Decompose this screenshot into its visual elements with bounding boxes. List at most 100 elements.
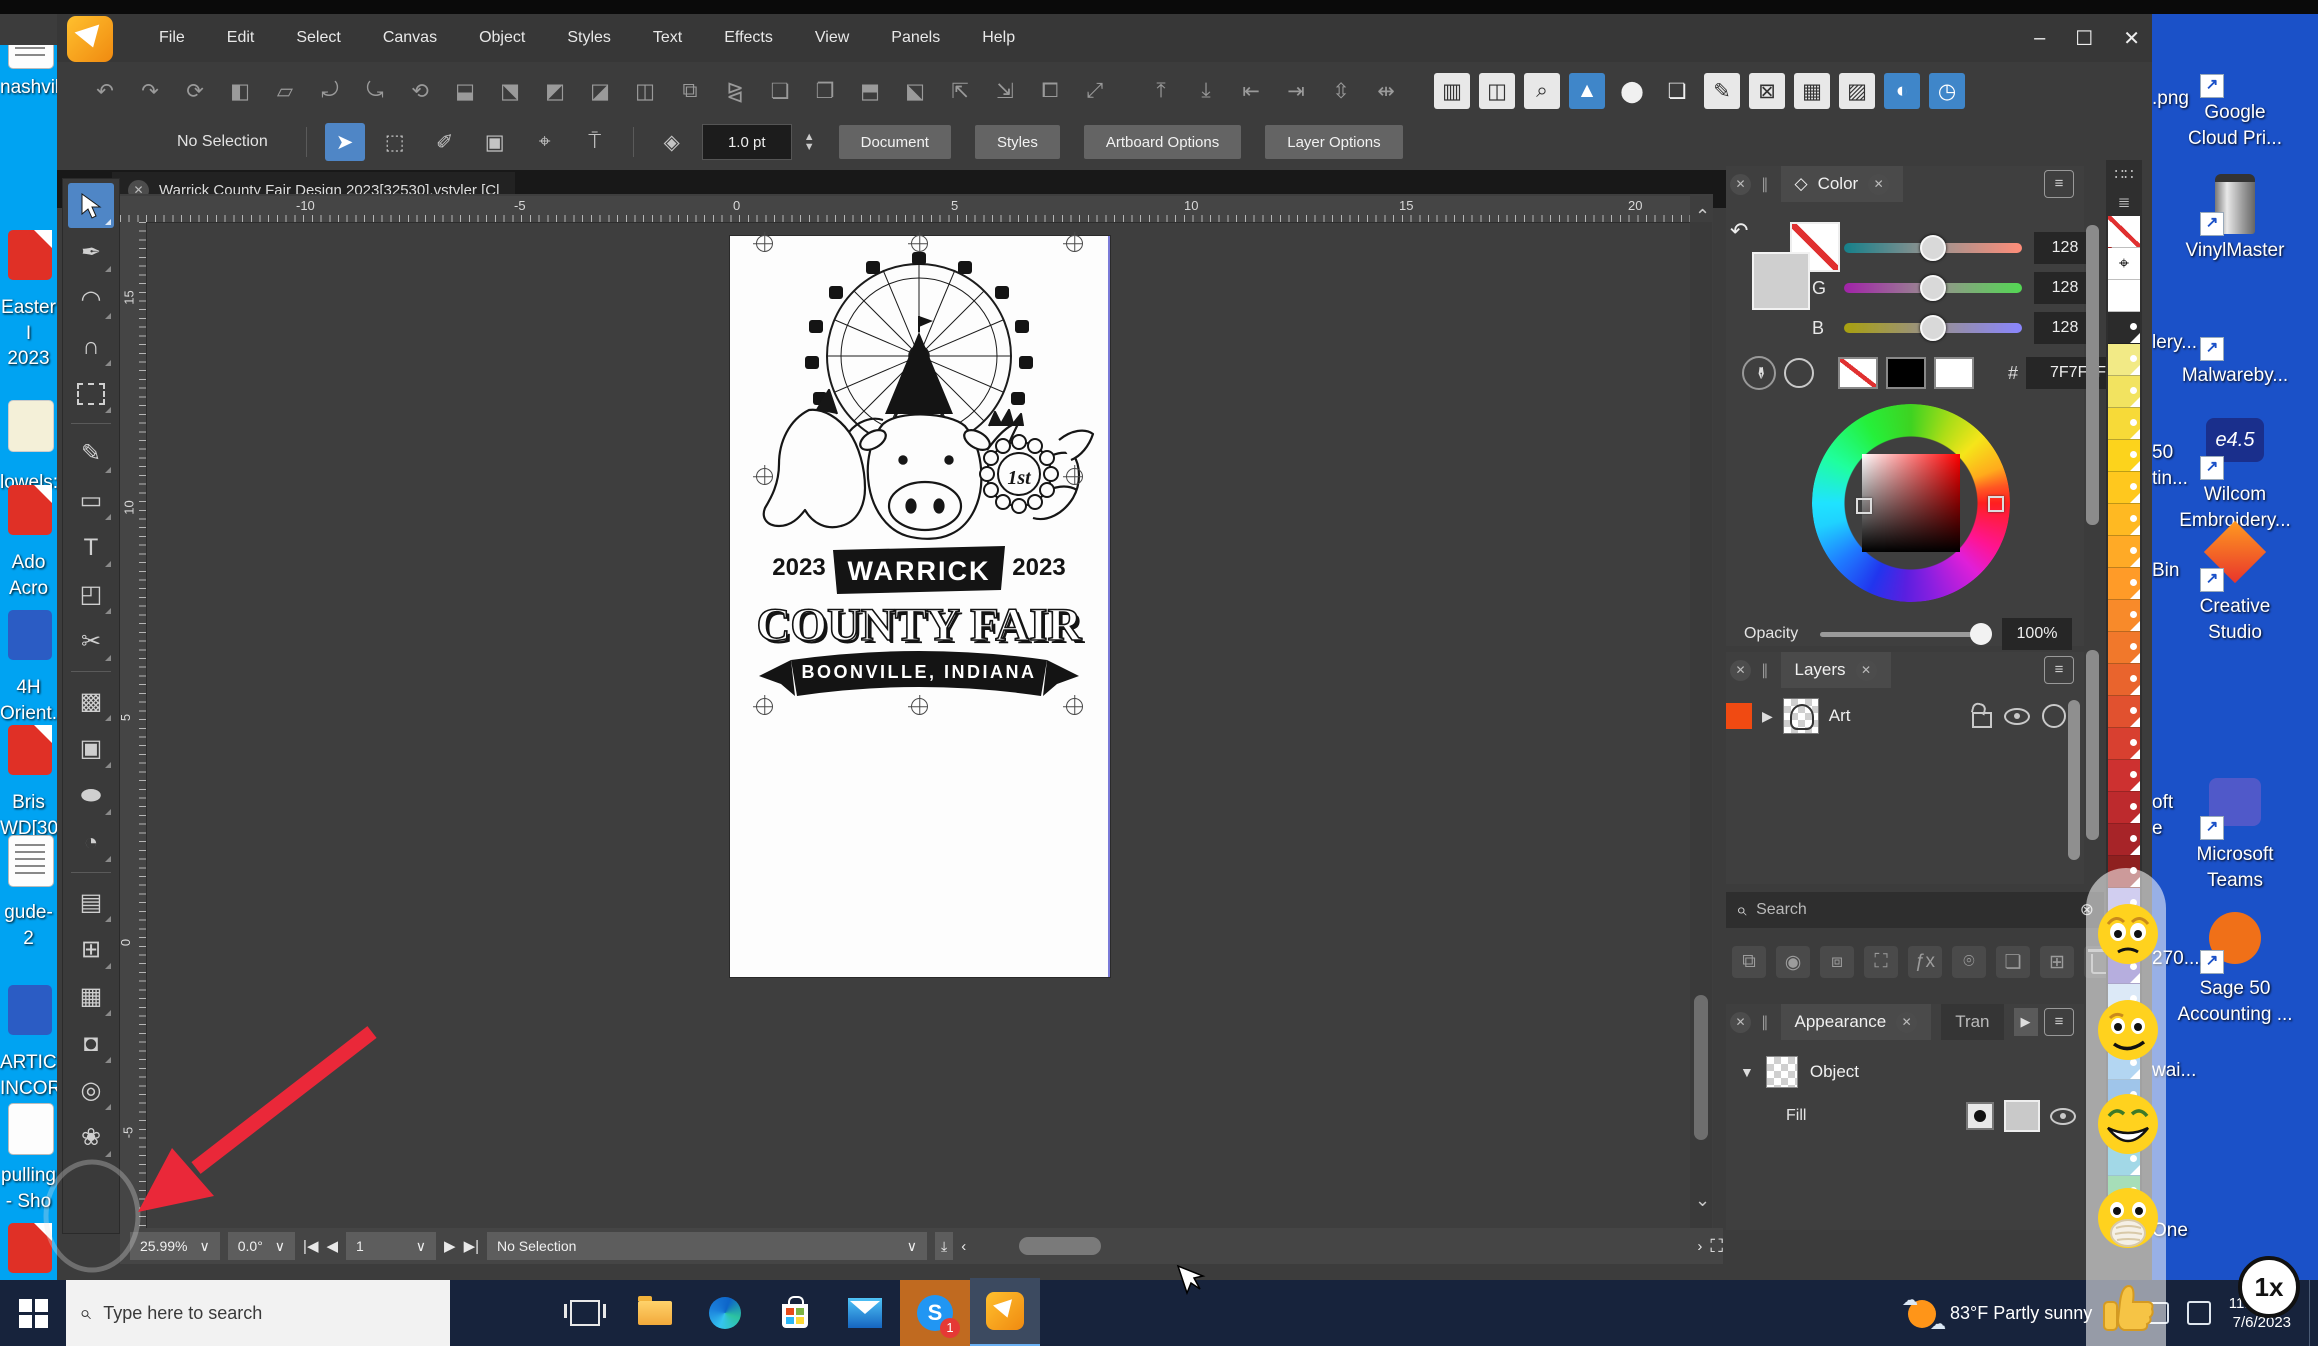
show-desktop-button[interactable] (2309, 1280, 2318, 1346)
panel-action-icon[interactable]: ◉ (1776, 946, 1810, 978)
toolbar-icon[interactable]: ✎ (1704, 73, 1740, 109)
swap-fill-stroke-icon[interactable]: ↶ (1730, 218, 1748, 244)
panel-action-icon[interactable]: ❏ (1996, 946, 2030, 978)
grinning-emoji[interactable] (2096, 1092, 2160, 1156)
dock-color-swatch[interactable] (2108, 760, 2140, 792)
toolbar-icon[interactable]: ⊠ (1749, 73, 1785, 109)
toolbar-icon[interactable]: ▱ (267, 73, 303, 109)
dock-no-color-swatch[interactable] (2108, 216, 2140, 248)
toolbar-icon[interactable]: ⟳ (177, 73, 213, 109)
toolbar-icon[interactable]: ⇥ (1278, 73, 1314, 109)
position-diamond-icon[interactable]: ◈ (652, 123, 692, 161)
panel-menu-icon[interactable]: ≡ (2044, 170, 2074, 198)
panel-close-icon[interactable]: ✕ (1730, 174, 1751, 195)
fill-color-well[interactable] (1752, 252, 1810, 310)
tool-button[interactable]: ▦ (68, 974, 114, 1019)
fill-type-icon[interactable] (1966, 1102, 1994, 1130)
panel-scrollbar[interactable] (2086, 650, 2099, 840)
toolbar-icon[interactable]: ▥ (1434, 73, 1470, 109)
skype-button[interactable]: S1 (900, 1280, 970, 1346)
dock-list-icon[interactable]: ≣ (2109, 188, 2139, 216)
toolbar-icon[interactable]: ◫ (627, 73, 663, 109)
tool-button[interactable]: ▩ (68, 679, 114, 724)
hscroll-right-icon[interactable]: › (1697, 1238, 1702, 1255)
panel-scrollbar[interactable] (2086, 225, 2099, 525)
prev-page-button[interactable]: ◀ (326, 1237, 338, 1255)
selection-dropdown[interactable]: No Selection∨ (487, 1232, 927, 1260)
panel-close-icon[interactable]: ✕ (1730, 1012, 1751, 1033)
page-bounds-icon[interactable]: ⛶ (1710, 1236, 1723, 1257)
toolbar-icon[interactable]: ⌕ (1524, 73, 1560, 109)
dock-black-swatch[interactable] (2108, 312, 2140, 344)
context-tool-icon[interactable]: ⌖ (525, 123, 565, 161)
menu-item[interactable]: View (801, 25, 863, 51)
menu-item[interactable]: Canvas (369, 25, 451, 51)
toolbar-icon[interactable] (1122, 73, 1134, 109)
red-slider-thumb[interactable] (1920, 235, 1946, 261)
worried-emoji[interactable] (2096, 902, 2160, 966)
tab-color[interactable]: ◇ Color ✕ (1781, 166, 1904, 202)
edge-browser-button[interactable] (690, 1280, 760, 1346)
toolbar-icon[interactable]: ⟲ (402, 73, 438, 109)
context-tool-icon[interactable]: ▣ (475, 123, 515, 161)
next-page-button[interactable]: ▶ (444, 1237, 456, 1255)
toolbar-icon[interactable]: ◧ (222, 73, 258, 109)
task-view-button[interactable] (550, 1280, 620, 1346)
tool-button[interactable]: ▭ (68, 478, 114, 523)
tool-button[interactable]: ❀ (68, 1115, 114, 1160)
toolbar-icon[interactable]: ◐ (1884, 73, 1920, 109)
panel-drag-handle[interactable]: ∥ (1761, 661, 1771, 679)
toolbar-icon[interactable]: ▨ (1839, 73, 1875, 109)
toolbar-icon[interactable]: ⬓ (447, 73, 483, 109)
maximize-button[interactable]: ☐ (2075, 26, 2093, 51)
taskbar-search[interactable]: ⌕ Type here to search (66, 1280, 450, 1346)
toolbar-icon[interactable]: ⇳ (1323, 73, 1359, 109)
toolbar-icon[interactable]: ▲ (1569, 73, 1605, 109)
visibility-eye-icon[interactable] (2004, 708, 2030, 725)
toolbar-icon[interactable]: ❐ (807, 73, 843, 109)
tool-button[interactable]: ✂ (68, 619, 114, 664)
selection-handle[interactable] (1066, 698, 1083, 715)
toolbar-icon[interactable]: ⬔ (492, 73, 528, 109)
layer-options-button[interactable]: Layer Options (1265, 125, 1402, 159)
artboard-options-button[interactable]: Artboard Options (1084, 125, 1241, 159)
hscroll-left-icon[interactable]: ‹ (961, 1238, 966, 1255)
toolbar-icon[interactable]: ⤿ (357, 73, 393, 109)
dock-white-swatch[interactable] (2108, 280, 2140, 312)
tool-button[interactable]: ∩ (68, 324, 114, 369)
tool-button[interactable]: ◔ (68, 820, 114, 865)
toolbar-icon[interactable]: ◩ (537, 73, 573, 109)
green-slider[interactable] (1844, 283, 2022, 293)
toolbar-icon[interactable]: ⧠ (1032, 73, 1068, 109)
panel-drag-handle[interactable]: ∥ (1761, 1013, 1771, 1031)
lock-icon[interactable] (1972, 712, 1992, 728)
tab-close-icon[interactable]: ✕ (1856, 660, 1877, 681)
tab-close-icon[interactable]: ✕ (1868, 174, 1889, 195)
context-tool-icon[interactable]: ⍑ (575, 123, 615, 161)
selection-handle[interactable] (756, 698, 773, 715)
toolbar-icon[interactable]: ⇱ (942, 73, 978, 109)
red-slider[interactable] (1844, 243, 2022, 253)
context-tool-icon[interactable]: ⬚ (375, 123, 415, 161)
scroll-down-icon[interactable]: ⌄ (1695, 1190, 1710, 1211)
weather-widget[interactable]: ☁☁ 83°F Partly sunny (1906, 1296, 2092, 1330)
tool-button[interactable]: ◠ (68, 277, 114, 322)
toolbar-icon[interactable]: ⇹ (1368, 73, 1404, 109)
dock-color-swatch[interactable] (2108, 536, 2140, 568)
toolbar-icon[interactable]: ⤒ (1143, 73, 1179, 109)
dock-color-swatch[interactable] (2108, 632, 2140, 664)
horizontal-scrollbar-thumb[interactable] (1019, 1237, 1101, 1255)
playback-speed-badge[interactable]: 1x (2238, 1256, 2300, 1318)
blue-slider-thumb[interactable] (1920, 315, 1946, 341)
layer-color-chip[interactable] (1726, 703, 1752, 729)
menu-item[interactable]: Object (465, 25, 539, 51)
blue-slider[interactable] (1844, 323, 2022, 333)
selection-handle[interactable] (756, 468, 773, 485)
fill-row[interactable]: Fill (1786, 1100, 2076, 1132)
toolbar-icon[interactable]: ◷ (1929, 73, 1965, 109)
collapse-arrow-icon[interactable]: ▼ (1740, 1064, 1754, 1080)
dock-color-swatch[interactable] (2108, 376, 2140, 408)
panel-action-icon[interactable]: ⧈ (1820, 946, 1854, 978)
opacity-slider-thumb[interactable] (1970, 623, 1992, 645)
circle-swatch-icon[interactable] (1784, 358, 1814, 388)
